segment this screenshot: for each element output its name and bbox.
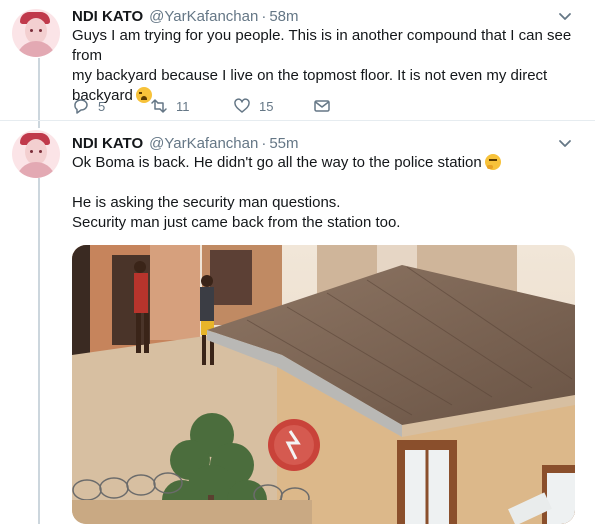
separator-dot: ·: [261, 8, 267, 25]
thinking-face-emoji-icon: [484, 154, 501, 170]
separator-dot: ·: [261, 135, 267, 152]
tweet-photo[interactable]: [72, 245, 575, 524]
thread-connector: [38, 58, 40, 120]
avatar[interactable]: [12, 130, 60, 178]
tweet-header: NDI KATO @YarKafanchan · 58m: [72, 7, 299, 27]
thread-connector: [38, 178, 40, 524]
tweet-header: NDI KATO @YarKafanchan · 55m: [72, 134, 299, 154]
tweet-text-line: He is asking the security man questions.: [72, 194, 341, 211]
retweet-icon: [151, 99, 167, 113]
chevron-down-icon[interactable]: [558, 10, 572, 24]
avatar[interactable]: [12, 9, 60, 57]
chevron-down-icon[interactable]: [558, 137, 572, 151]
reply-count: 5: [98, 98, 106, 114]
author-handle[interactable]: @YarKafanchan: [149, 8, 258, 25]
thread-connector: [38, 121, 40, 128]
tweet-text-line: Security man just came back from the sta…: [72, 214, 401, 231]
tweet-text-line: my backyard because I live on the topmos…: [72, 67, 548, 84]
tweet-text: Ok Boma is back. He didn't go all the wa…: [72, 153, 582, 233]
tweet-text: Guys I am trying for you people. This is…: [72, 26, 582, 106]
reply-button[interactable]: 5: [72, 96, 105, 116]
retweet-count: 11: [176, 98, 190, 114]
author-handle[interactable]: @YarKafanchan: [149, 135, 258, 152]
tweet-text-fragment: Ok Boma is back. He didn't go all the wa…: [72, 154, 482, 171]
retweet-button[interactable]: 11: [150, 96, 190, 116]
like-count: 15: [259, 98, 274, 114]
tweet-timestamp[interactable]: 55m: [269, 135, 298, 152]
tweet-text-line: Guys I am trying for you people. This is…: [72, 27, 572, 64]
author-name[interactable]: NDI KATO: [72, 8, 143, 25]
tweet[interactable]: NDI KATO @YarKafanchan · 58m Guys I am tryi…: [0, 0, 595, 120]
reply-icon: [74, 99, 88, 114]
tweet[interactable]: NDI KATO @YarKafanchan · 55m Ok Boma is bac…: [0, 121, 595, 524]
tweet-actions: 5 11 15: [72, 96, 372, 116]
like-button[interactable]: 15: [233, 96, 273, 116]
envelope-icon: [314, 100, 330, 112]
photo-image: [72, 245, 575, 524]
heart-icon: [234, 98, 250, 113]
author-name[interactable]: NDI KATO: [72, 135, 143, 152]
tweet-text-line: Ok Boma is back. He didn't go all the wa…: [72, 153, 582, 173]
tweet-timestamp[interactable]: 58m: [269, 8, 298, 25]
direct-message-button[interactable]: [313, 96, 339, 116]
